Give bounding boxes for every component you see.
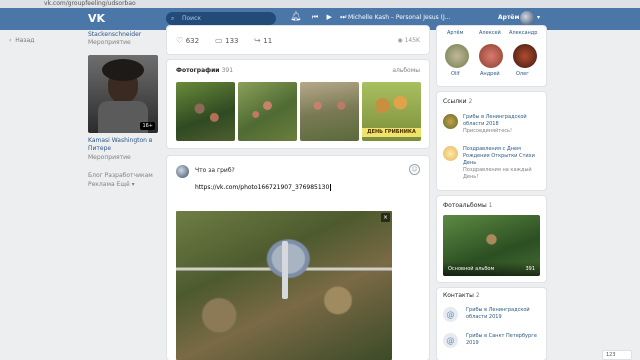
photo-thumb[interactable]: ДЕНЬ ГРИБНИКА: [362, 82, 421, 141]
links-card: Ссылки 2 Грибы в Ленинградской области 2…: [437, 92, 546, 190]
browser-address-bar[interactable]: vk.com/groupfeeling/udsorbao: [0, 0, 640, 8]
share-button[interactable]: ↪ 11: [254, 36, 272, 45]
album-cover[interactable]: Основной альбом 391: [443, 215, 540, 276]
comment-icon: ▭: [215, 36, 223, 45]
album-count: 391: [525, 266, 535, 272]
photo-thumb[interactable]: [176, 82, 235, 141]
member-avatar[interactable]: [513, 44, 537, 68]
link-item[interactable]: Поздравления с Днем Рождения Открытки Ст…: [463, 146, 543, 181]
contacts-title: Контакты: [443, 292, 474, 299]
photos-title: Фотографии: [176, 67, 220, 74]
attached-photo[interactable]: ×: [176, 211, 392, 360]
photo-thumb[interactable]: [300, 82, 359, 141]
search-input[interactable]: ⌕ Поиск: [166, 12, 276, 25]
like-count: 632: [185, 37, 200, 45]
post-text-input[interactable]: https://vk.com/photo166721907_376985130: [195, 184, 334, 191]
like-button[interactable]: ♡ 632: [176, 36, 199, 45]
albums-title: Фотоальбомы: [443, 202, 487, 209]
search-placeholder: Поиск: [182, 15, 202, 22]
member-name[interactable]: Андрей: [480, 71, 500, 77]
new-post-card: Что за гриб? ☺ https://vk.com/photo16672…: [167, 156, 429, 360]
contacts-count: 2: [475, 292, 480, 299]
comment-count: 133: [225, 37, 239, 45]
view-count: 145K: [404, 37, 420, 44]
links-count: 2: [468, 98, 473, 105]
link-title: Грибы в Ленинградской области 2018: [463, 114, 527, 127]
albums-card: Фотоальбомы 1 Основной альбом 391: [437, 196, 546, 282]
links-title: Ссылки: [443, 98, 467, 105]
link-subtitle: Поздравления на каждый День!: [463, 167, 532, 180]
link-subtitle: Присоединяйтесь!: [463, 128, 512, 134]
contacts-header[interactable]: Контакты 2: [443, 292, 480, 299]
chat-count: 123: [606, 352, 616, 358]
share-count: 11: [263, 37, 273, 45]
post-actions-card: ♡ 632 ▭ 133 ↪ 11 ◉ 145K: [167, 26, 429, 54]
post-text-prompt[interactable]: Что за гриб?: [195, 167, 235, 174]
footer-links-2[interactable]: Реклама Ещё ▾: [88, 181, 135, 188]
now-playing-track[interactable]: Michelle Kash – Personal Jesus (J...: [348, 14, 456, 21]
at-icon: @: [443, 333, 458, 348]
event-photo[interactable]: 16+: [88, 55, 158, 133]
event-item-1[interactable]: Stackenschneider Мероприятие: [88, 31, 160, 46]
text-cursor: [330, 184, 334, 191]
photos-card: Фотографии 391 альбомы ДЕНЬ ГРИБНИКА: [167, 60, 429, 148]
address-url[interactable]: vk.com/groupfeeling/udsorbao: [44, 0, 136, 8]
link-thumb[interactable]: [443, 114, 458, 129]
event-subtitle: Мероприятие: [88, 39, 131, 46]
photo-thumb[interactable]: [238, 82, 297, 141]
eye-icon: ◉: [397, 37, 403, 44]
albums-link[interactable]: альбомы: [392, 67, 420, 74]
back-link[interactable]: ‹ Назад: [9, 37, 34, 44]
photos-count: 391: [221, 67, 234, 74]
event-title: Stackenschneider: [88, 31, 142, 38]
member-avatar[interactable]: [479, 44, 503, 68]
photo-banner: ДЕНЬ ГРИБНИКА: [362, 128, 421, 137]
member-name[interactable]: Артём: [447, 30, 463, 36]
views: ◉ 145K: [397, 37, 420, 44]
member-name[interactable]: Алексей: [479, 30, 501, 36]
event-subtitle: Мероприятие: [88, 154, 131, 161]
author-avatar: [176, 165, 189, 178]
link-thumb[interactable]: [443, 146, 458, 161]
event-title: Kamasi Washington в Питере: [88, 137, 153, 152]
contact-item[interactable]: Грибы в Ленинградской области 2019: [466, 307, 542, 321]
search-icon: ⌕: [171, 15, 175, 22]
share-icon: ↪: [254, 36, 261, 45]
emoji-icon[interactable]: ☺: [409, 164, 420, 175]
at-icon: @: [443, 307, 458, 322]
vk-logo[interactable]: VK: [88, 12, 106, 26]
back-label: Назад: [15, 37, 35, 44]
member-name[interactable]: Олег: [516, 71, 529, 77]
link-title: Поздравления с Днем Рождения Открытки Ст…: [463, 146, 535, 166]
post-link-text: https://vk.com/photo166721907_376985130: [195, 184, 330, 191]
user-avatar[interactable]: [520, 11, 534, 25]
member-avatar[interactable]: [445, 44, 469, 68]
members-card: Артём Алексей Александр Olif Андрей Олег: [437, 26, 546, 86]
albums-count: 1: [488, 202, 493, 209]
event-item-2[interactable]: Kamasi Washington в Питере Мероприятие: [88, 137, 160, 161]
age-badge: 16+: [140, 122, 155, 130]
albums-header[interactable]: Фотоальбомы 1: [443, 202, 492, 209]
contacts-card: Контакты 2 @ Грибы в Ленинградской облас…: [437, 288, 546, 360]
chat-badge[interactable]: 123: [602, 350, 632, 360]
contact-item[interactable]: Грибы в Санкт Петербурге 2019: [466, 333, 542, 347]
member-name[interactable]: Александр: [509, 30, 537, 36]
heart-icon: ♡: [176, 36, 184, 45]
member-name[interactable]: Olif: [451, 71, 459, 77]
photos-header[interactable]: Фотографии 391: [176, 67, 233, 74]
bell-icon[interactable]: 🔔︎: [290, 12, 301, 22]
player-controls[interactable]: ⏮ ▶ ⏭: [312, 13, 349, 22]
user-name[interactable]: Артём: [498, 14, 519, 21]
comment-button[interactable]: ▭ 133: [215, 36, 238, 45]
link-item[interactable]: Грибы в Ленинградской области 2018 Присо…: [463, 114, 543, 135]
footer-links[interactable]: Блог Разработчикам: [88, 172, 153, 179]
links-header[interactable]: Ссылки 2: [443, 98, 472, 105]
album-name: Основной альбом: [448, 266, 495, 272]
chevron-down-icon[interactable]: ▾: [537, 14, 540, 21]
close-icon[interactable]: ×: [381, 213, 390, 222]
